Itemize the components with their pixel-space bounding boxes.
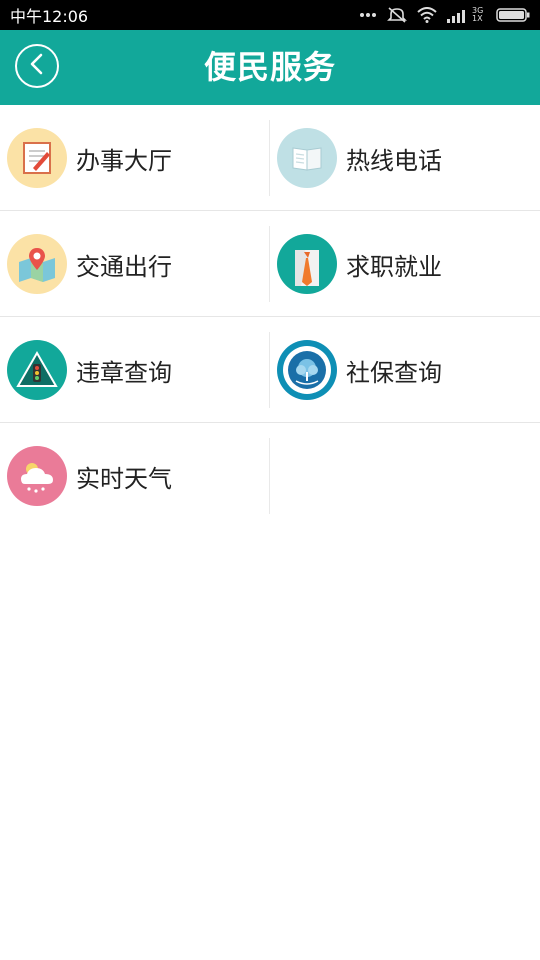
service-label: 办事大厅	[76, 146, 172, 175]
service-label: 交通出行	[76, 252, 172, 281]
service-label: 实时天气	[76, 464, 172, 493]
service-item-violation-query[interactable]: 违章查询	[0, 317, 270, 423]
network-type: 3G 1X	[472, 6, 484, 23]
service-label: 热线电话	[346, 146, 442, 175]
service-label: 社保查询	[346, 358, 442, 387]
traffic-light-icon	[7, 340, 67, 400]
notepad-icon	[7, 128, 67, 188]
empty-cell	[270, 423, 540, 529]
mute-icon	[387, 6, 407, 24]
status-bar: 中午12:06 3G 1X	[0, 0, 540, 30]
social-security-emblem-icon	[277, 340, 337, 400]
service-label: 违章查询	[76, 358, 172, 387]
grid-row: 违章查询 社保查询	[0, 317, 540, 423]
grid-row: 办事大厅 热线电话	[0, 105, 540, 211]
service-item-jobs[interactable]: 求职就业	[270, 211, 540, 317]
service-item-office-hall[interactable]: 办事大厅	[0, 105, 270, 211]
service-label: 求职就业	[346, 252, 442, 281]
app-header: 便民服务	[0, 30, 540, 105]
service-item-transport[interactable]: 交通出行	[0, 211, 270, 317]
back-button[interactable]	[15, 44, 59, 88]
book-icon	[277, 128, 337, 188]
service-item-hotline[interactable]: 热线电话	[270, 105, 540, 211]
status-time: 中午12:06	[10, 7, 89, 26]
page-title: 便民服务	[203, 48, 336, 86]
grid-row: 交通出行 求职就业	[0, 211, 540, 317]
weather-cloud-icon	[7, 446, 67, 506]
wifi-icon	[417, 7, 437, 23]
suit-tie-icon	[277, 234, 337, 294]
service-item-weather[interactable]: 实时天气	[0, 423, 270, 529]
service-item-social-security[interactable]: 社保查询	[270, 317, 540, 423]
chevron-left-icon	[28, 53, 46, 79]
service-grid: 办事大厅 热线电话 交通出行 求职就业 违章查询 社保查询 实时天气	[0, 105, 540, 529]
map-pin-icon	[7, 234, 67, 294]
signal-icon: 3G 1X	[447, 7, 486, 23]
battery-icon	[496, 7, 530, 23]
status-icons: 3G 1X	[359, 6, 530, 24]
more-dots-icon	[359, 12, 377, 18]
grid-row: 实时天气	[0, 423, 540, 529]
